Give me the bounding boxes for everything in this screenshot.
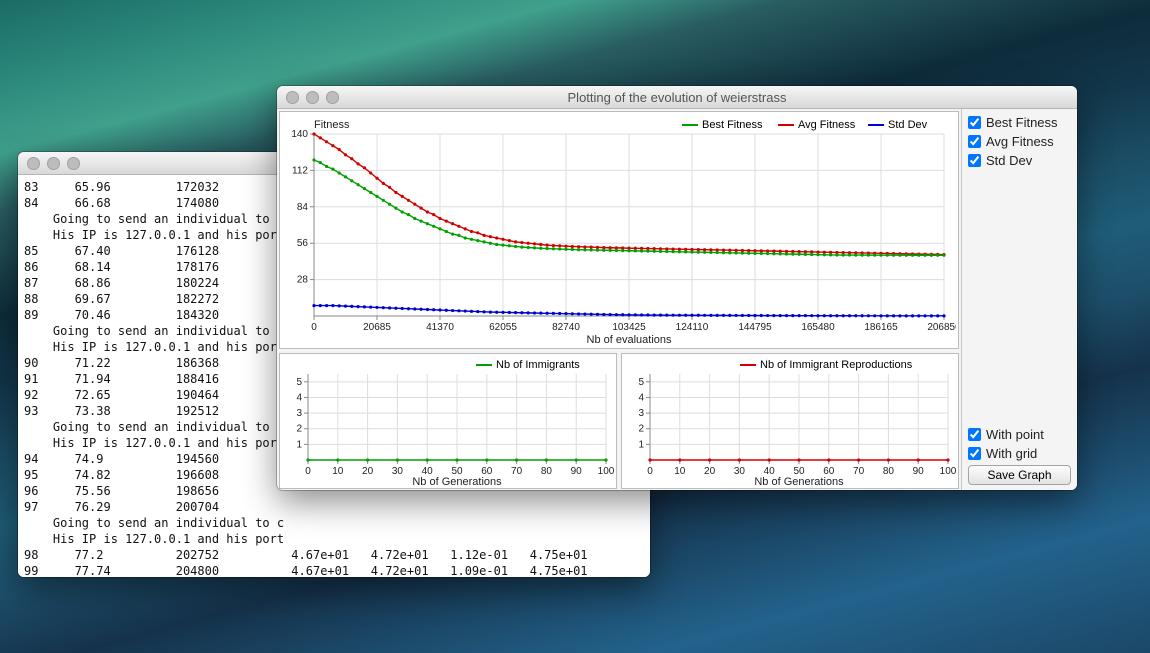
svg-text:144795: 144795 [738, 322, 772, 333]
checkbox-with-point[interactable]: With point [968, 427, 1071, 442]
svg-text:Nb of evaluations: Nb of evaluations [587, 334, 672, 346]
save-graph-button[interactable]: Save Graph [968, 465, 1071, 485]
svg-text:20: 20 [362, 466, 374, 477]
svg-text:1: 1 [638, 439, 644, 450]
svg-text:103425: 103425 [612, 322, 646, 333]
svg-text:Nb of Generations: Nb of Generations [754, 476, 844, 488]
svg-text:90: 90 [913, 466, 925, 477]
svg-text:30: 30 [392, 466, 404, 477]
checkbox-std-dev[interactable]: Std Dev [968, 153, 1071, 168]
svg-text:124110: 124110 [676, 322, 709, 333]
svg-text:Fitness: Fitness [314, 119, 350, 131]
minimize-icon[interactable] [47, 157, 60, 170]
minimize-icon[interactable] [306, 91, 319, 104]
svg-text:80: 80 [883, 466, 895, 477]
checkbox-best-fitness[interactable]: Best Fitness [968, 115, 1071, 130]
svg-text:100: 100 [940, 466, 957, 477]
zoom-icon[interactable] [326, 91, 339, 104]
svg-text:140: 140 [291, 129, 308, 140]
zoom-icon[interactable] [67, 157, 80, 170]
checkbox-with-grid[interactable]: With grid [968, 446, 1071, 461]
svg-text:62055: 62055 [489, 322, 517, 333]
svg-text:70: 70 [511, 466, 523, 477]
svg-text:Best Fitness: Best Fitness [702, 119, 763, 131]
svg-text:82740: 82740 [552, 322, 580, 333]
svg-text:28: 28 [297, 275, 309, 286]
svg-text:Nb of Immigrants: Nb of Immigrants [496, 359, 580, 371]
svg-text:3: 3 [638, 408, 644, 419]
svg-text:Nb of Immigrant Reproductions: Nb of Immigrant Reproductions [760, 359, 913, 371]
svg-text:5: 5 [296, 377, 302, 388]
plot-title: Plotting of the evolution of weierstrass [277, 90, 1077, 105]
svg-text:112: 112 [292, 165, 308, 176]
svg-text:84: 84 [297, 202, 309, 213]
svg-text:5: 5 [638, 377, 644, 388]
svg-text:0: 0 [311, 322, 317, 333]
checkbox-avg-fitness[interactable]: Avg Fitness [968, 134, 1071, 149]
svg-text:4: 4 [638, 392, 644, 403]
immigrants-chart: 010203040506070809010012345Nb of Generat… [279, 353, 617, 489]
close-icon[interactable] [27, 157, 40, 170]
svg-text:56: 56 [297, 238, 309, 249]
svg-text:165480: 165480 [801, 322, 835, 333]
plot-window[interactable]: Plotting of the evolution of weierstrass… [277, 86, 1077, 490]
svg-text:0: 0 [647, 466, 653, 477]
svg-text:0: 0 [305, 466, 311, 477]
svg-text:2: 2 [296, 424, 302, 435]
svg-text:Avg Fitness: Avg Fitness [798, 119, 856, 131]
svg-text:186165: 186165 [864, 322, 898, 333]
svg-text:1: 1 [296, 439, 302, 450]
svg-text:206850: 206850 [927, 322, 956, 333]
svg-text:20: 20 [704, 466, 716, 477]
svg-text:4: 4 [296, 392, 302, 403]
svg-text:10: 10 [674, 466, 686, 477]
svg-text:70: 70 [853, 466, 865, 477]
svg-text:90: 90 [571, 466, 583, 477]
svg-text:Nb of Generations: Nb of Generations [412, 476, 502, 488]
svg-text:Std Dev: Std Dev [888, 119, 928, 131]
svg-text:10: 10 [332, 466, 344, 477]
fitness-chart: 0 20685 41370 62055 82740 103425 124110 144795 1… [279, 111, 959, 349]
svg-text:3: 3 [296, 408, 302, 419]
plot-sidebar: Best Fitness Avg Fitness Std Dev With po… [961, 109, 1077, 490]
svg-text:20685: 20685 [363, 322, 391, 333]
close-icon[interactable] [286, 91, 299, 104]
immigrant-reproductions-chart: 010203040506070809010012345Nb of Generat… [621, 353, 959, 489]
plot-titlebar[interactable]: Plotting of the evolution of weierstrass [277, 86, 1077, 109]
svg-text:30: 30 [734, 466, 746, 477]
svg-text:100: 100 [598, 466, 615, 477]
svg-text:2: 2 [638, 424, 644, 435]
svg-text:80: 80 [541, 466, 553, 477]
svg-text:41370: 41370 [426, 322, 454, 333]
